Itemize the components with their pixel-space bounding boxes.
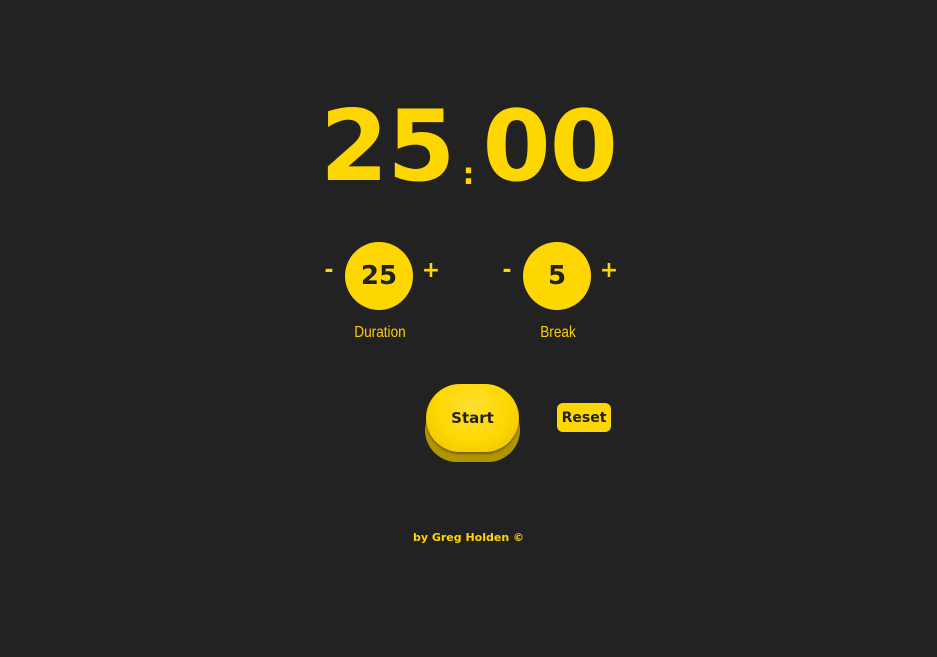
break-value: 5 [523, 242, 591, 310]
start-button-wrapper: Start [425, 384, 520, 464]
timer-minutes: 25 [320, 90, 455, 204]
duration-label: Duration [354, 324, 406, 341]
start-button[interactable]: Start [426, 384, 519, 452]
duration-setting: - 25 + Duration [320, 240, 440, 350]
break-decrement-button[interactable]: - [496, 258, 518, 284]
timer-display: 25 : 00 [0, 96, 937, 196]
break-increment-button[interactable]: + [598, 258, 620, 284]
footer-credit: by Greg Holden © [412, 531, 525, 544]
break-setting: - 5 + Break [498, 240, 618, 350]
duration-decrement-button[interactable]: - [318, 258, 340, 284]
duration-increment-button[interactable]: + [420, 258, 442, 284]
reset-button[interactable]: Reset [557, 403, 611, 432]
duration-value: 25 [345, 242, 413, 310]
timer-seconds: 00 [482, 90, 618, 204]
timer-separator: : [462, 157, 475, 192]
break-label: Break [540, 324, 576, 341]
